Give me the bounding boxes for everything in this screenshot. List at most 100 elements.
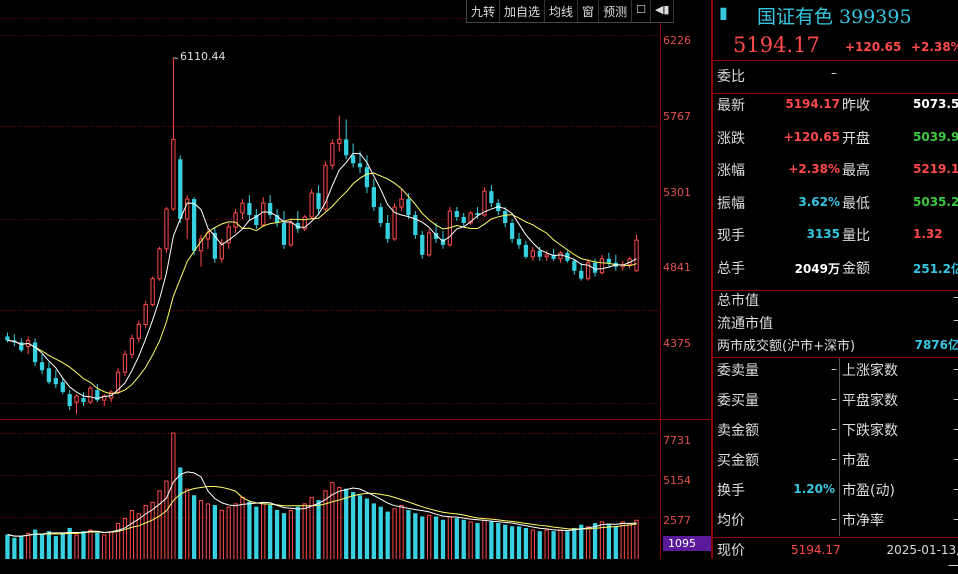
- candle-body: [122, 353, 128, 373]
- detail-row: 委买量–平盘家数–: [713, 390, 958, 422]
- volume-bar: [178, 467, 183, 559]
- square-icon[interactable]: ☐: [632, 0, 651, 22]
- last-price-row: 现价 5194.17 2025-01-13,一: [713, 540, 958, 573]
- volume-bar: [115, 523, 121, 559]
- window-button[interactable]: 窗: [578, 0, 600, 22]
- volume-bar: [586, 526, 591, 559]
- volume-axis-tick: 2577: [663, 514, 691, 527]
- volume-bar: [5, 534, 10, 559]
- candle-body: [503, 211, 508, 223]
- candle-body: [344, 139, 349, 156]
- volume-bar: [19, 536, 24, 559]
- volume-bar: [420, 516, 425, 559]
- detail-row: 卖金额–下跌家数–: [713, 420, 958, 452]
- detail-value: –: [953, 362, 958, 376]
- kline-chart[interactable]: [0, 0, 710, 559]
- volume-bar: [357, 495, 363, 559]
- market-label: 流通市值: [717, 316, 773, 332]
- volume-bar: [572, 527, 577, 559]
- candle-body: [523, 244, 529, 257]
- detail-label: 委买量: [717, 393, 759, 409]
- volume-bar: [558, 529, 563, 559]
- volume-bar: [198, 500, 204, 559]
- detail-row: 委卖量–上涨家数–: [713, 360, 958, 392]
- volume-bar: [433, 516, 439, 559]
- candle-body: [60, 382, 65, 393]
- detail-value: 1.20%: [793, 482, 835, 496]
- detail-value: –: [953, 422, 958, 436]
- volume-bar: [122, 518, 128, 559]
- volume-ma5-line: [7, 471, 637, 537]
- quote-value: 5194.17: [785, 97, 840, 111]
- volume-bar: [226, 506, 231, 559]
- quote-label: 现手: [717, 228, 745, 245]
- volume-bar: [129, 509, 135, 559]
- volume-bar: [509, 526, 515, 559]
- quote-label: 昨收: [842, 98, 870, 114]
- price-axis-tick: 5767: [663, 110, 691, 123]
- volume-bar: [288, 509, 294, 559]
- forecast-button[interactable]: 预测: [599, 0, 633, 22]
- price-axis-tick: 4375: [663, 337, 691, 350]
- candle-body: [572, 260, 577, 271]
- detail-label: 市盈(动): [842, 483, 895, 499]
- candle-body: [240, 202, 245, 214]
- current-price: 5194.17: [733, 33, 820, 57]
- volume-bar: [254, 506, 259, 559]
- title-row: ▮ 国证有色 399395: [713, 0, 958, 30]
- volume-bar: [447, 516, 453, 559]
- volume-bar: [565, 531, 570, 559]
- detail-value: –: [953, 392, 958, 406]
- candle-body: [46, 368, 52, 383]
- candle-body: [39, 362, 45, 371]
- candle-body: [509, 222, 515, 239]
- detail-value: –: [831, 452, 837, 466]
- jiuzhuan-button[interactable]: 九转: [467, 0, 501, 22]
- volume-bar: [344, 488, 349, 559]
- volume-bar: [109, 531, 114, 559]
- candle-body: [634, 239, 639, 272]
- candle-body: [171, 138, 176, 210]
- volume-axis-tick: 7731: [663, 434, 691, 447]
- quote-value: 251.2亿: [913, 262, 958, 276]
- candle-body: [364, 167, 370, 188]
- quote-label: 最低: [842, 195, 870, 212]
- volume-bar: [102, 534, 107, 559]
- candle-body: [558, 252, 563, 260]
- candle-body: [357, 163, 363, 168]
- candle-body: [530, 250, 535, 258]
- price-change: +120.65: [845, 40, 902, 54]
- quote-row: 涨跌 +120.65开盘 5039.95: [713, 128, 958, 160]
- detail-value: –: [831, 392, 837, 406]
- detail-label: 换手: [717, 483, 745, 499]
- volume-bar: [74, 534, 79, 559]
- candle-body: [454, 211, 459, 218]
- last-price-label: 现价: [717, 543, 745, 559]
- kline-chart-panel[interactable]: 九转 加自选 均线 窗 预测 ☐ ◀▮ 6110.44 6226 5767 53…: [0, 0, 715, 559]
- volume-bar: [281, 513, 287, 559]
- candle-body: [288, 222, 294, 246]
- volume-bar: [516, 526, 522, 559]
- moving-average-button[interactable]: 均线: [545, 0, 579, 22]
- arrow-left-icon[interactable]: ◀▮: [651, 0, 675, 22]
- ma5-line: [7, 152, 637, 400]
- market-value: –: [953, 290, 958, 304]
- volume-bar: [53, 536, 58, 559]
- detail-label: 上涨家数: [842, 363, 898, 379]
- quote-label: 振幅: [717, 195, 745, 212]
- volume-bar: [88, 529, 93, 559]
- candle-body: [606, 258, 612, 263]
- candle-body: [191, 199, 197, 251]
- candle-body: [5, 336, 10, 341]
- volume-bar: [530, 529, 535, 559]
- candle-body: [337, 138, 342, 144]
- detail-value: –: [831, 422, 837, 436]
- candle-body: [427, 232, 432, 256]
- price-axis-tick: 4841: [663, 261, 691, 274]
- quote-row: 总手 2049万 金额 251.2亿: [713, 258, 958, 290]
- volume-bar: [185, 488, 190, 559]
- add-watchlist-button[interactable]: 加自选: [500, 0, 546, 22]
- quote-value: 5073.52: [913, 97, 958, 111]
- detail-value: –: [953, 482, 958, 496]
- volume-bar: [496, 523, 501, 559]
